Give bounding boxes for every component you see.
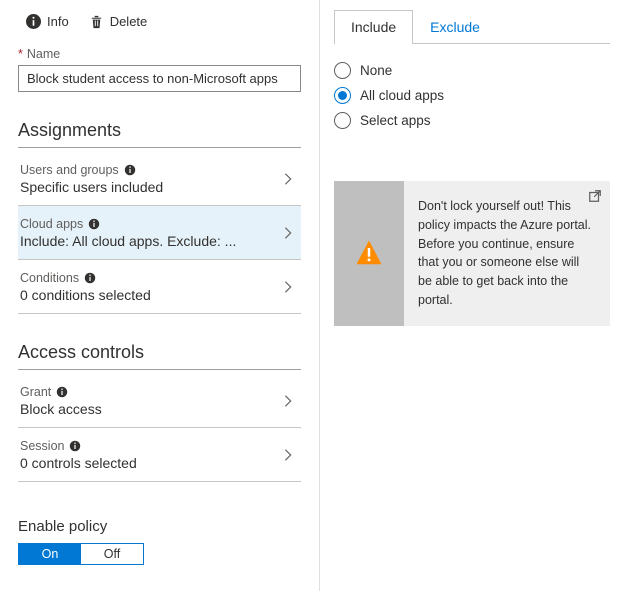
info-icon: [56, 386, 68, 398]
toggle-on[interactable]: On: [19, 544, 81, 564]
enable-policy-section: Enable policy On Off: [18, 518, 301, 565]
toolbar: Info Delete: [18, 10, 301, 33]
lockout-warning: Don't lock yourself out! This policy imp…: [334, 181, 610, 326]
warning-icon-column: [334, 181, 404, 326]
policy-name-input[interactable]: [18, 65, 301, 92]
nav-session[interactable]: Session 0 controls selected: [18, 428, 301, 482]
nav-users-and-groups[interactable]: Users and groups Specific users included: [18, 152, 301, 206]
enable-policy-heading: Enable policy: [18, 518, 301, 535]
chevron-right-icon: [281, 172, 295, 186]
delete-label: Delete: [110, 14, 148, 29]
chevron-right-icon: [281, 448, 295, 462]
include-exclude-tabs: Include Exclude: [334, 10, 610, 44]
delete-button[interactable]: Delete: [81, 10, 156, 33]
radio-circle-icon: [334, 62, 351, 79]
radio-none[interactable]: None: [334, 62, 610, 79]
enable-policy-toggle[interactable]: On Off: [18, 543, 144, 565]
info-icon: [84, 272, 96, 284]
cloud-apps-detail-panel: Include Exclude None All cloud apps Sele…: [320, 0, 624, 591]
nav-conditions[interactable]: Conditions 0 conditions selected: [18, 260, 301, 314]
trash-icon: [89, 14, 104, 29]
info-label: Info: [47, 14, 69, 29]
info-icon: [69, 440, 81, 452]
radio-circle-icon: [334, 112, 351, 129]
radio-all-cloud-apps[interactable]: All cloud apps: [334, 87, 610, 104]
radio-circle-icon: [334, 87, 351, 104]
popout-icon[interactable]: [588, 189, 602, 203]
info-icon: [26, 14, 41, 29]
info-button[interactable]: Info: [18, 10, 77, 33]
warning-text: Don't lock yourself out! This policy imp…: [418, 199, 591, 307]
tab-exclude[interactable]: Exclude: [413, 10, 497, 44]
policy-form-panel: Info Delete *Name Assignments Users and …: [0, 0, 320, 591]
access-controls-heading: Access controls: [18, 342, 301, 370]
required-asterisk: *: [18, 47, 23, 61]
toggle-off[interactable]: Off: [81, 544, 143, 564]
name-label: *Name: [18, 47, 301, 61]
tab-include[interactable]: Include: [334, 10, 413, 44]
chevron-right-icon: [281, 226, 295, 240]
chevron-right-icon: [281, 394, 295, 408]
nav-cloud-apps[interactable]: Cloud apps Include: All cloud apps. Excl…: [18, 206, 301, 260]
radio-select-apps[interactable]: Select apps: [334, 112, 610, 129]
info-icon: [88, 218, 100, 230]
info-icon: [124, 164, 136, 176]
nav-grant[interactable]: Grant Block access: [18, 374, 301, 428]
warning-triangle-icon: [354, 238, 384, 268]
chevron-right-icon: [281, 280, 295, 294]
assignments-heading: Assignments: [18, 120, 301, 148]
